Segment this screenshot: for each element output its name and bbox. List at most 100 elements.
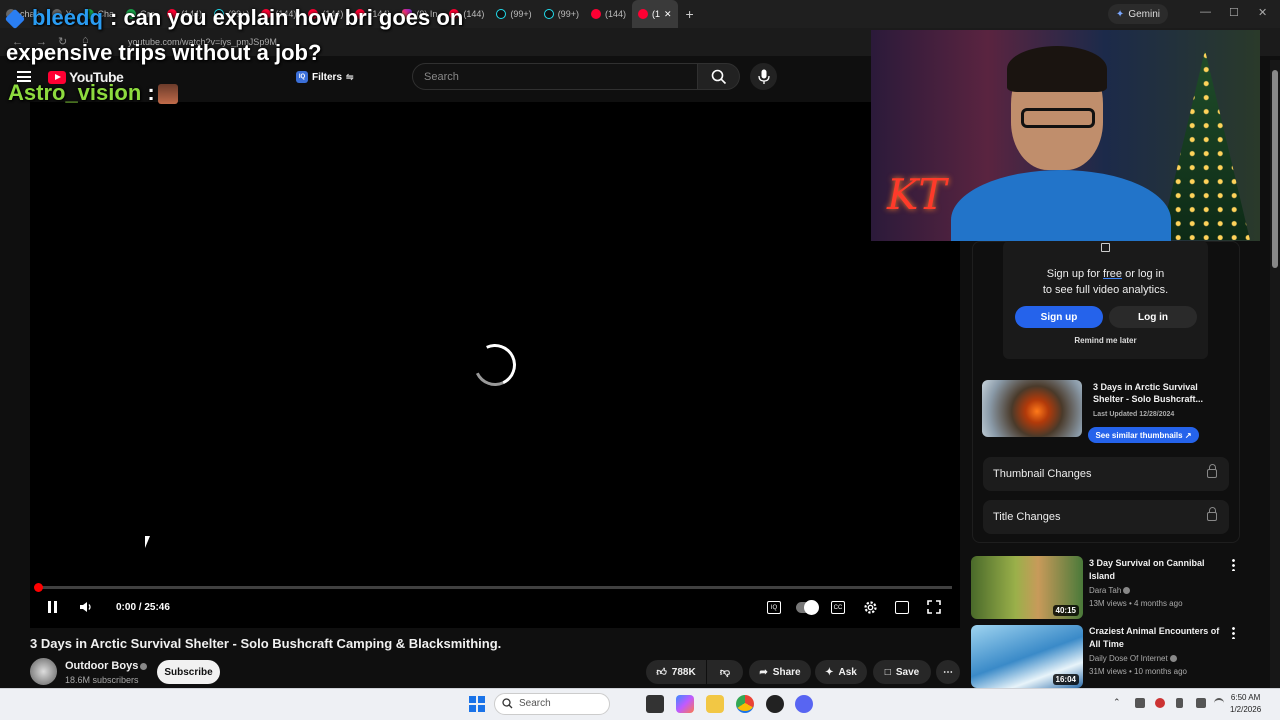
title-changes-row[interactable]: Title Changes <box>983 500 1229 534</box>
rec-duration-1: 40:15 <box>1052 605 1079 616</box>
windows-start-icon[interactable] <box>469 696 485 712</box>
chrome-icon[interactable] <box>736 695 754 713</box>
microphone-icon <box>757 69 770 84</box>
progress-bar[interactable] <box>38 586 952 589</box>
signup-post: or log in <box>1122 268 1165 280</box>
chevron-up-icon[interactable]: ⌃ <box>1113 697 1121 708</box>
browser-tab[interactable]: (1 ✕ <box>631 0 678 28</box>
see-similar-thumbnails-button[interactable]: See similar thumbnails ↗ <box>1088 427 1199 443</box>
rec-thumbnail-1[interactable]: 40:15 <box>971 556 1083 619</box>
save-label: Save <box>895 666 920 678</box>
search-icon <box>502 698 513 709</box>
rec-thumbnail-2[interactable]: 16:04 <box>971 625 1083 688</box>
chat-username-1: bleedq <box>32 5 103 30</box>
volume-icon <box>80 602 91 612</box>
save-button[interactable]: □ Save <box>873 660 931 684</box>
copilot-icon[interactable] <box>676 695 694 713</box>
browser-tab[interactable]: (99+) <box>538 0 585 28</box>
neon-sign-text: KT <box>887 170 947 219</box>
browser-tab[interactable]: (99+) <box>490 0 537 28</box>
task-view-icon[interactable] <box>646 695 664 713</box>
microphone-tray-icon[interactable] <box>1176 698 1183 708</box>
dislike-button[interactable]: 👎︎ <box>707 660 743 684</box>
gemini-button[interactable]: ✦ Gemini <box>1107 4 1168 24</box>
filters-button[interactable]: IQ Filters ⇋ <box>296 68 354 86</box>
minimize-icon[interactable]: — <box>1200 6 1211 18</box>
verified-icon <box>1169 655 1177 663</box>
tree-lights <box>1160 50 1250 240</box>
remind-later-link[interactable]: Remind me later <box>1003 336 1208 345</box>
login-button[interactable]: Log in <box>1109 306 1197 328</box>
rec-title-2[interactable]: Craziest Animal Encounters of All Time <box>1089 625 1224 651</box>
more-actions-button[interactable]: ⋯ <box>936 660 960 684</box>
subscribe-button[interactable]: Subscribe <box>157 660 220 684</box>
lock-icon <box>1207 507 1217 521</box>
rec-channel-2-text: Daily Dose Of Internet <box>1089 654 1168 663</box>
thumbnail-changes-label: Thumbnail Changes <box>993 468 1092 480</box>
vidiq-player-icon[interactable]: IQ <box>767 601 781 614</box>
thumbs-down-icon: 👎︎ <box>719 667 731 678</box>
verified-icon <box>1123 587 1131 595</box>
progress-scrubber[interactable] <box>34 583 43 592</box>
ask-button[interactable]: ✦ Ask <box>815 660 867 684</box>
rec-channel-2[interactable]: Daily Dose Of Internet <box>1089 654 1177 663</box>
display-tray-icon[interactable] <box>1196 698 1206 708</box>
search-input[interactable]: Search <box>412 63 698 90</box>
like-button[interactable]: 👍︎ 788K <box>646 660 706 684</box>
thumbnail-changes-row[interactable]: Thumbnail Changes <box>983 457 1229 491</box>
fullscreen-icon[interactable] <box>927 600 941 614</box>
theater-mode-icon[interactable] <box>895 601 909 614</box>
channel-name[interactable]: Outdoor Boys <box>65 660 148 672</box>
captions-icon[interactable]: CC <box>831 601 845 614</box>
app-icon[interactable] <box>766 695 784 713</box>
new-tab-button[interactable]: + <box>678 6 702 22</box>
discord-icon[interactable] <box>795 695 813 713</box>
analytics-video-title: 3 Days in Arctic Survival Shelter - Solo… <box>1093 382 1204 404</box>
search-button[interactable] <box>698 63 740 90</box>
more-vertical-icon[interactable] <box>1232 626 1235 639</box>
clock-date: 1/2/2026 <box>1230 705 1262 714</box>
browser-tab[interactable]: (144) <box>585 0 632 28</box>
file-explorer-icon[interactable] <box>706 695 724 713</box>
share-label: Share <box>772 666 801 678</box>
last-updated-text: Last Updated 12/28/2024 <box>1093 411 1175 418</box>
rec-channel-1[interactable]: Dara Tah <box>1089 586 1131 595</box>
close-window-icon[interactable]: ✕ <box>1258 6 1267 19</box>
settings-gear-icon[interactable] <box>863 600 878 615</box>
browser-tab-label: (99+) <box>557 9 579 19</box>
youtube-icon <box>590 9 601 19</box>
rec-meta-1: 13M views • 4 months ago <box>1089 599 1183 608</box>
subscriber-count: 18.6M subscribers <box>65 675 139 685</box>
tray-app-icon[interactable] <box>1155 698 1165 708</box>
wifi-icon[interactable] <box>1214 698 1224 708</box>
tiktok-icon <box>543 9 554 19</box>
chat-emote-icon <box>158 84 178 104</box>
share-button[interactable]: ➦ Share <box>749 660 811 684</box>
video-title: 3 Days in Arctic Survival Shelter - Solo… <box>30 636 502 651</box>
streamer-shirt <box>951 170 1171 241</box>
more-vertical-icon[interactable] <box>1232 558 1235 571</box>
close-tab-icon[interactable]: ✕ <box>664 9 672 20</box>
more-horizontal-icon: ⋯ <box>943 666 953 678</box>
signup-free-link[interactable]: free <box>1103 268 1122 280</box>
windows-taskbar <box>0 688 1280 720</box>
channel-avatar[interactable] <box>30 658 57 685</box>
signup-button[interactable]: Sign up <box>1015 306 1103 328</box>
rec-meta-2: 31M views • 10 months ago <box>1089 667 1187 676</box>
browser-tab-label: (144) <box>463 9 485 19</box>
taskbar-clock[interactable]: 6:50 AM 1/2/2026 <box>1230 692 1261 716</box>
maximize-icon[interactable]: ☐ <box>1229 6 1239 19</box>
streamer <box>951 46 1171 241</box>
rec-title-1[interactable]: 3 Day Survival on Cannibal Island <box>1089 557 1224 583</box>
pause-button[interactable] <box>46 598 58 616</box>
chat-username-2-text: Astro_vision <box>8 80 142 105</box>
sliders-icon: ⇋ <box>346 71 354 82</box>
voice-search-button[interactable] <box>750 63 777 90</box>
autoplay-toggle[interactable] <box>796 600 819 615</box>
channel-name-text: Outdoor Boys <box>65 660 139 672</box>
tray-app-icon[interactable] <box>1135 698 1145 708</box>
volume-button[interactable] <box>78 598 94 616</box>
taskbar-search-label: Search <box>519 698 551 709</box>
scrollbar-thumb[interactable] <box>1272 70 1278 268</box>
bookmark-icon: □ <box>884 666 891 678</box>
